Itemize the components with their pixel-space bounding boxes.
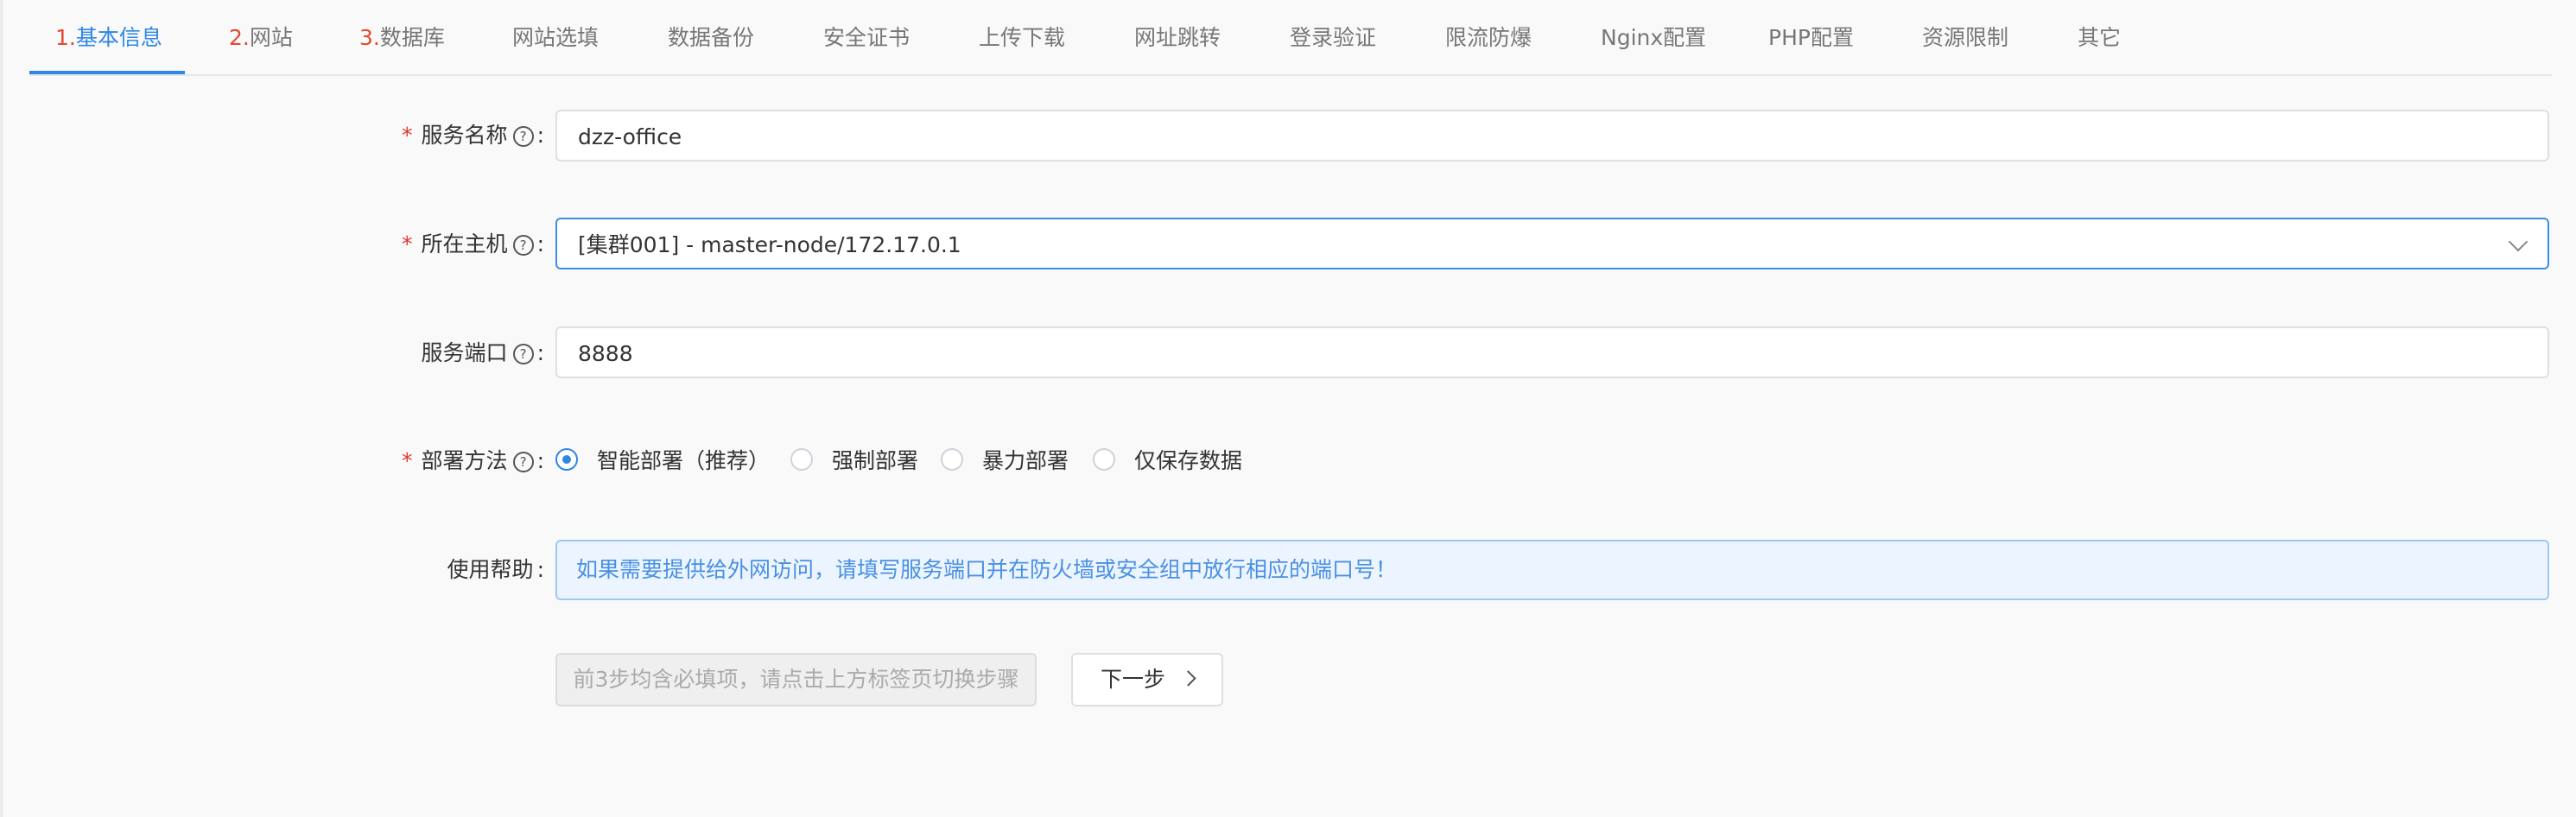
radio-label: 智能部署（推荐）	[597, 448, 771, 473]
question-circle-icon[interactable]: ?	[512, 344, 534, 364]
tab-label: Nginx配置	[1601, 25, 1707, 50]
tab-login-auth[interactable]: 登录验证	[1290, 0, 1376, 74]
tab-label: 网址跳转	[1134, 25, 1221, 50]
usage-help-alert: 如果需要提供给外网访问，请填写服务端口并在防火墙或安全组中放行相应的端口号！	[555, 540, 2549, 600]
service-name-label: * 服务名称?:	[402, 118, 544, 153]
label-text: 所在主机	[421, 231, 508, 256]
required-steps-button: 前3步均含必填项，请点击上方标签页切换步骤	[555, 653, 1037, 706]
tab-label: 上传下载	[979, 25, 1066, 50]
tab-data-backup[interactable]: 数据备份	[668, 0, 754, 74]
tab-website-optional[interactable]: 网站选填	[512, 0, 599, 74]
question-circle-icon[interactable]: ?	[512, 452, 534, 472]
radio-circle-checked[interactable]	[555, 448, 578, 471]
question-circle-icon[interactable]: ?	[512, 126, 534, 147]
next-step-button[interactable]: 下一步	[1071, 653, 1223, 706]
host-select[interactable]: [集群001] - master-node/172.17.0.1	[555, 218, 2549, 269]
chevron-down-icon[interactable]	[2508, 231, 2528, 252]
active-tab-indicator	[29, 71, 185, 74]
required-asterisk: *	[402, 123, 413, 148]
page: 1.基本信息 2.网站 3.数据库 网站选填 数据备份 安全证书 上传下载 网址…	[0, 0, 2576, 817]
label-colon: :	[536, 123, 544, 148]
tab-rate-limit[interactable]: 限流防爆	[1445, 0, 1532, 74]
service-name-input[interactable]: dzz-office	[555, 110, 2549, 162]
tab-label: 其它	[2078, 25, 2122, 50]
tab-step-number: 2.	[229, 25, 250, 50]
question-circle-icon[interactable]: ?	[512, 235, 534, 256]
label-text: 服务名称	[421, 123, 508, 148]
tab-label: PHP配置	[1768, 25, 1854, 50]
tab-label: 网站	[249, 25, 293, 50]
tab-ssl-certificate[interactable]: 安全证书	[823, 0, 910, 74]
tab-upload-download[interactable]: 上传下载	[979, 0, 1065, 74]
host-select-value: [集群001] - master-node/172.17.0.1	[578, 232, 961, 257]
tab-php-config[interactable]: PHP配置	[1768, 0, 1854, 74]
left-edge	[0, 0, 3, 817]
radio-label: 仅保存数据	[1134, 448, 1243, 473]
tab-label: 基本信息	[75, 25, 162, 50]
next-step-label: 下一步	[1100, 667, 1165, 692]
label-colon: :	[536, 557, 544, 582]
tab-label: 资源限制	[1922, 25, 2009, 50]
radio-label: 强制部署	[832, 448, 919, 473]
tab-resource-limit[interactable]: 资源限制	[1922, 0, 2008, 74]
radio-circle[interactable]	[1093, 448, 1115, 471]
tab-label: 限流防爆	[1445, 25, 1532, 50]
tab-label: 数据备份	[668, 25, 755, 50]
tab-label: 数据库	[379, 25, 445, 50]
label-colon: :	[536, 340, 544, 365]
deploy-method-label: * 部署方法?:	[402, 444, 544, 478]
usage-help-label: 使用帮助:	[447, 553, 544, 587]
label-colon: :	[536, 231, 544, 256]
tab-step-number: 1.	[55, 25, 76, 50]
tab-nginx-config[interactable]: Nginx配置	[1601, 0, 1706, 74]
port-input[interactable]: 8888	[555, 326, 2549, 378]
tab-label: 安全证书	[823, 25, 910, 50]
radio-label: 暴力部署	[982, 448, 1069, 473]
tab-label: 登录验证	[1290, 25, 1377, 50]
tab-step-number: 3.	[359, 25, 380, 50]
tab-url-redirect[interactable]: 网址跳转	[1134, 0, 1221, 74]
label-text: 服务端口	[421, 340, 508, 365]
label-colon: :	[536, 448, 544, 473]
required-asterisk: *	[402, 448, 413, 473]
tab-database[interactable]: 3.数据库	[359, 0, 445, 74]
chevron-right-icon	[1180, 670, 1196, 687]
label-text: 部署方法	[421, 448, 508, 473]
tab-website[interactable]: 2.网站	[229, 0, 293, 74]
tab-basic-info[interactable]: 1.基本信息	[55, 0, 162, 74]
tab-other[interactable]: 其它	[2078, 0, 2121, 74]
required-asterisk: *	[402, 231, 413, 256]
radio-circle[interactable]	[790, 448, 813, 471]
label-text: 使用帮助	[447, 557, 534, 582]
radio-circle[interactable]	[941, 448, 963, 471]
port-label: 服务端口?:	[422, 336, 544, 370]
host-label: * 所在主机?:	[402, 227, 544, 262]
tab-label: 网站选填	[512, 25, 600, 50]
